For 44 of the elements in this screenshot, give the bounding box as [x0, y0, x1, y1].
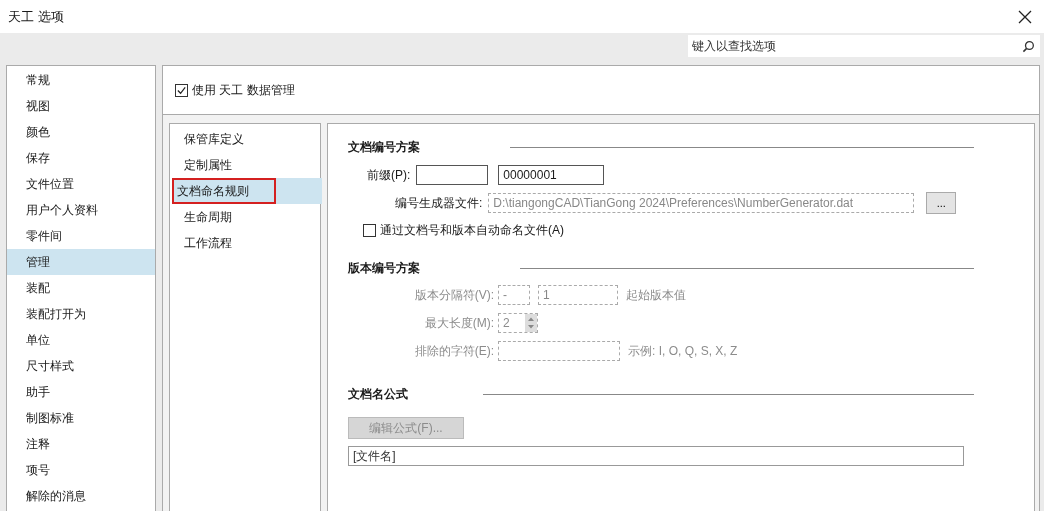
- category-item[interactable]: 项号: [7, 457, 155, 483]
- checkbox-label: 通过文档号和版本自动命名文件(A): [380, 222, 564, 239]
- category-item[interactable]: 装配打开为: [7, 301, 155, 327]
- close-icon[interactable]: [1018, 9, 1032, 24]
- checkbox[interactable]: [175, 83, 188, 97]
- field-label: 排除的字符(E):: [413, 342, 494, 360]
- category-item[interactable]: 装配: [7, 275, 155, 301]
- category-item[interactable]: 尺寸样式: [7, 353, 155, 379]
- category-item[interactable]: 视图: [7, 93, 155, 119]
- number-field[interactable]: 00000001: [498, 165, 605, 185]
- field-hint: 示例: I, O, Q, S, X, Z: [628, 342, 738, 360]
- category-item[interactable]: 零件间: [7, 223, 155, 249]
- category-item[interactable]: 注释: [7, 431, 155, 457]
- category-item[interactable]: 制图标准: [7, 405, 155, 431]
- category-item[interactable]: 管理: [7, 249, 155, 275]
- category-item[interactable]: 常规: [7, 67, 155, 93]
- search-icon[interactable]: [1022, 40, 1035, 53]
- section-heading: 文档编号方案: [348, 138, 420, 156]
- path-field[interactable]: D:\tiangongCAD\TianGong 2024\Preferences\NumberGenerator.dat: [488, 193, 915, 213]
- category-item[interactable]: 保存: [7, 145, 155, 171]
- subpage-item[interactable]: 保管库定义: [170, 126, 320, 152]
- category-item[interactable]: 文件位置: [7, 171, 155, 197]
- category-item[interactable]: 解除的消息: [7, 483, 155, 509]
- category-item[interactable]: 颜色: [7, 119, 155, 145]
- field-label: 最大长度(M):: [423, 314, 494, 332]
- prefix-field[interactable]: [416, 165, 489, 185]
- browse-button[interactable]: ...: [926, 192, 957, 214]
- subpage-item[interactable]: 生命周期: [170, 204, 320, 230]
- search-field[interactable]: 键入以查找选项: [688, 35, 1040, 57]
- field-label: 前缀(P):: [367, 166, 411, 184]
- category-item[interactable]: 单位: [7, 327, 155, 353]
- section-heading: 版本编号方案: [348, 259, 420, 277]
- field-label: 版本分隔符(V):: [413, 286, 494, 304]
- subpage-item[interactable]: 工作流程: [170, 230, 320, 256]
- formula-field[interactable]: [文件名]: [348, 446, 964, 466]
- field-hint: 起始版本值: [626, 286, 686, 304]
- subpage-item[interactable]: 定制属性: [170, 152, 320, 178]
- category-item[interactable]: 用户个人资料: [7, 197, 155, 223]
- section-heading: 文档名公式: [348, 385, 408, 403]
- checkbox-label: 使用 天工 数据管理: [192, 81, 295, 99]
- field-label: 编号生成器文件:: [395, 194, 483, 212]
- category-item[interactable]: 助手: [7, 379, 155, 405]
- checkbox[interactable]: [363, 224, 376, 237]
- window-title: 天工 选项: [8, 7, 64, 26]
